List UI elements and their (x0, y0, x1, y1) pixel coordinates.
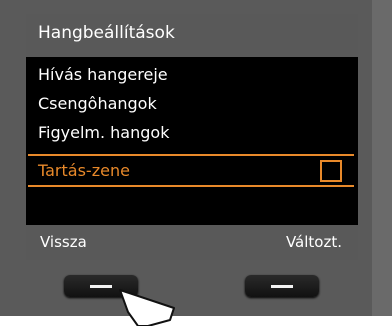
softkey-right-label: Változt. (285, 233, 342, 251)
selected-item-label: Tartás-zene (38, 161, 130, 180)
softkey-left-label: Vissza (40, 233, 87, 251)
menu-item-call-volume[interactable]: Hívás hangereje (38, 65, 168, 84)
minus-icon (271, 285, 293, 288)
menu-item-ringtones[interactable]: Csengôhangok (38, 94, 157, 113)
menu-item-alert-tones[interactable]: Figyelm. hangok (38, 123, 169, 142)
menu-item-hold-music-selected[interactable]: Tartás-zene (28, 154, 354, 187)
phone-handset: Hangbeállítások Hívás hangereje Csengôha… (0, 0, 392, 326)
phone-bezel (372, 0, 392, 316)
title-bar: Hangbeállítások (26, 14, 358, 57)
minus-icon (90, 285, 112, 288)
page-title: Hangbeállítások (38, 23, 175, 43)
softkey-bar: Vissza Változt. (26, 225, 358, 260)
display-screen: Hangbeállítások Hívás hangereje Csengôha… (26, 14, 358, 260)
checkbox-icon[interactable] (320, 160, 342, 182)
right-softkey-button[interactable] (245, 275, 319, 297)
arrow-pointer-icon (119, 289, 175, 326)
